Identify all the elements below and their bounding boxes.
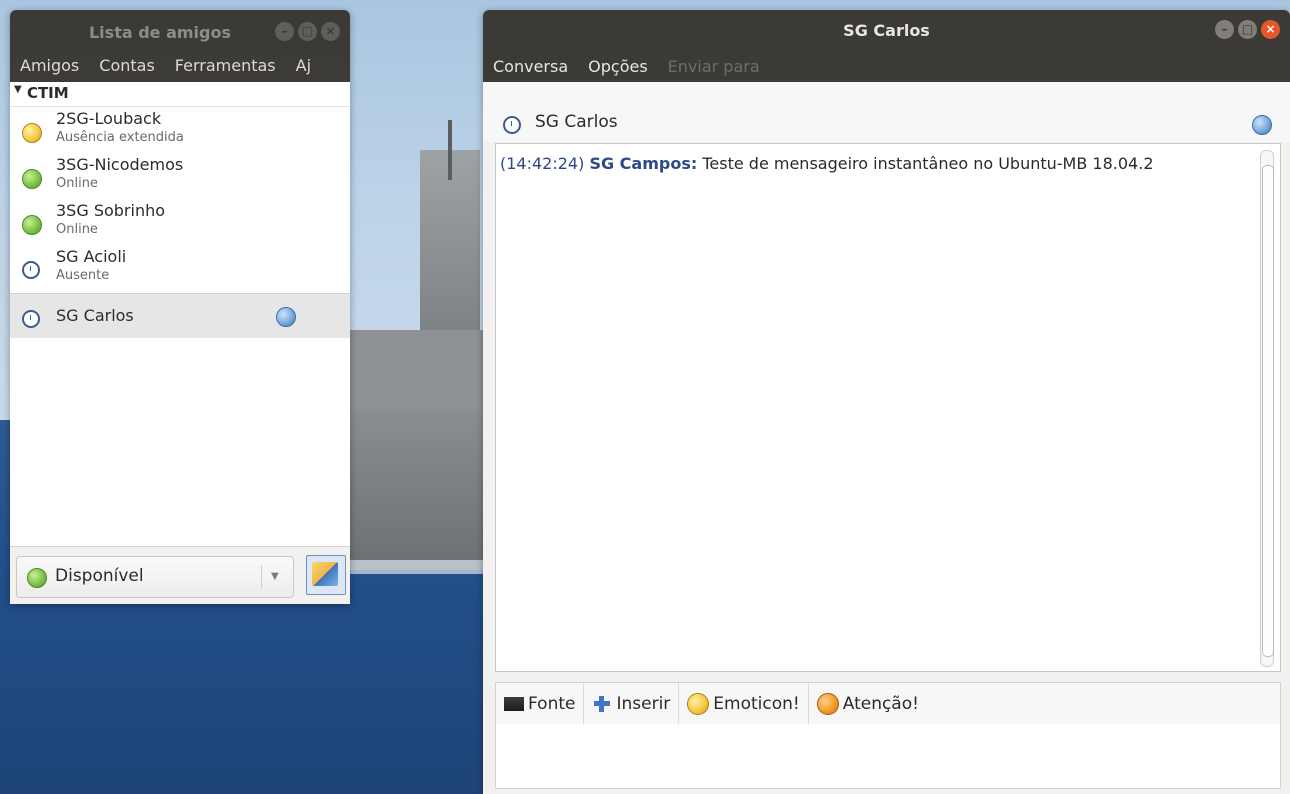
- conversation-header: SG Carlos: [483, 82, 1290, 142]
- buddy-status: Online: [56, 222, 98, 237]
- plus-icon: [592, 694, 612, 714]
- expander-triangle-icon[interactable]: ▼: [14, 84, 22, 95]
- warning-icon: [816, 693, 839, 715]
- chat-window: SG Carlos – □ × Conversa Opções Enviar p…: [483, 10, 1290, 794]
- chat-window-title: SG Carlos: [843, 20, 930, 40]
- font-icon: [504, 697, 524, 711]
- minimize-icon[interactable]: –: [1215, 20, 1234, 39]
- buddy-name: 2SG-Louback: [56, 109, 162, 128]
- buddy-name: SG Carlos: [56, 306, 134, 325]
- buddy-name: 3SG Sobrinho: [56, 201, 166, 220]
- menu-opcoes[interactable]: Opções: [578, 57, 658, 76]
- chat-window-controls: – □ ×: [1215, 20, 1280, 39]
- wallpaper-ship-deck: [345, 330, 490, 420]
- buddy-row[interactable]: SG Acioli Ausente: [10, 245, 350, 291]
- away-clock-icon: [22, 310, 40, 328]
- buddy-name: 3SG-Nicodemos: [56, 155, 184, 174]
- format-toolbar: Fonte Inserir Emoticon! Atenção!: [495, 682, 1281, 726]
- buddy-row[interactable]: 3SG-Nicodemos Online: [10, 153, 350, 199]
- wallpaper-ship-hull: [330, 410, 490, 570]
- minimize-icon[interactable]: –: [275, 22, 294, 41]
- message: (14:42:24) SG Campos: Teste de mensageir…: [500, 154, 1154, 173]
- online-icon: [22, 215, 42, 235]
- globe-icon: [276, 307, 296, 327]
- menu-ajuda[interactable]: Aj: [286, 56, 321, 75]
- maximize-icon[interactable]: □: [298, 22, 317, 41]
- menu-enviar-para: Enviar para: [667, 56, 760, 76]
- buddy-list-window: Lista de amigos – □ × Amigos Contas Ferr…: [10, 10, 350, 604]
- menu-ferramentas[interactable]: Ferramentas: [165, 56, 286, 75]
- buddy-list-title: Lista de amigos: [88, 22, 231, 42]
- message-log[interactable]: (14:42:24) SG Campos: Teste de mensageir…: [495, 143, 1281, 672]
- chevron-down-icon[interactable]: ▼: [271, 571, 279, 582]
- emoticon-label: Emoticon!: [713, 694, 800, 714]
- avatar-button[interactable]: [306, 555, 346, 595]
- message-sender: SG Campos:: [589, 154, 698, 173]
- away-clock-icon: [503, 116, 521, 134]
- attention-button[interactable]: Atenção!: [809, 683, 927, 725]
- buddy-status: Online: [56, 176, 98, 191]
- status-selector[interactable]: Disponível ▼: [16, 556, 294, 598]
- chat-titlebar[interactable]: SG Carlos – □ ×: [483, 10, 1290, 50]
- emoticon-button[interactable]: Emoticon!: [679, 683, 809, 725]
- scrollbar[interactable]: [1260, 150, 1274, 667]
- online-icon: [27, 568, 47, 588]
- buddy-list-titlebar[interactable]: Lista de amigos – □ ×: [10, 10, 350, 54]
- close-icon[interactable]: ×: [1261, 20, 1280, 39]
- buddy-status: Ausência extendida: [56, 130, 184, 145]
- font-label: Fonte: [528, 694, 576, 714]
- wallpaper-ship-mast: [448, 120, 452, 180]
- buddy-row[interactable]: 3SG Sobrinho Online: [10, 199, 350, 245]
- message-input[interactable]: [495, 724, 1281, 789]
- insert-label: Inserir: [616, 694, 671, 714]
- buddy-row-selected[interactable]: SG Carlos: [10, 293, 350, 338]
- attention-label: Atenção!: [842, 694, 919, 714]
- scrollbar-thumb[interactable]: [1262, 165, 1274, 657]
- menu-conversa[interactable]: Conversa: [483, 57, 578, 76]
- buddy-name: SG Acioli: [56, 247, 127, 266]
- menu-amigos[interactable]: Amigos: [10, 56, 89, 75]
- smiley-icon: [687, 693, 710, 715]
- buddy-status: Ausente: [56, 268, 110, 283]
- away-clock-icon: [22, 261, 40, 279]
- conversation-contact-name: SG Carlos: [535, 112, 618, 132]
- avatar-icon: [312, 562, 338, 586]
- chat-menubar: Conversa Opções Enviar para: [483, 50, 1290, 82]
- online-icon: [22, 169, 42, 189]
- message-text: Teste de mensageiro instantâneo no Ubunt…: [702, 154, 1154, 173]
- menu-contas[interactable]: Contas: [89, 56, 165, 75]
- group-header-ctim[interactable]: ▼ CTIM: [10, 82, 350, 107]
- status-selector-label: Disponível: [55, 566, 144, 586]
- combo-separator: [261, 565, 262, 589]
- globe-icon: [1252, 115, 1272, 135]
- buddy-list-window-controls: – □ ×: [275, 22, 340, 41]
- buddy-row[interactable]: 2SG-Louback Ausência extendida: [10, 107, 350, 153]
- maximize-icon[interactable]: □: [1238, 20, 1257, 39]
- insert-button[interactable]: Inserir: [584, 683, 680, 725]
- close-icon[interactable]: ×: [321, 22, 340, 41]
- status-bar: Disponível ▼: [10, 546, 350, 604]
- group-name: CTIM: [26, 84, 69, 102]
- wallpaper-foam: [345, 560, 495, 574]
- font-button[interactable]: Fonte: [496, 683, 585, 725]
- extended-away-icon: [22, 123, 42, 143]
- message-timestamp: (14:42:24): [500, 154, 585, 173]
